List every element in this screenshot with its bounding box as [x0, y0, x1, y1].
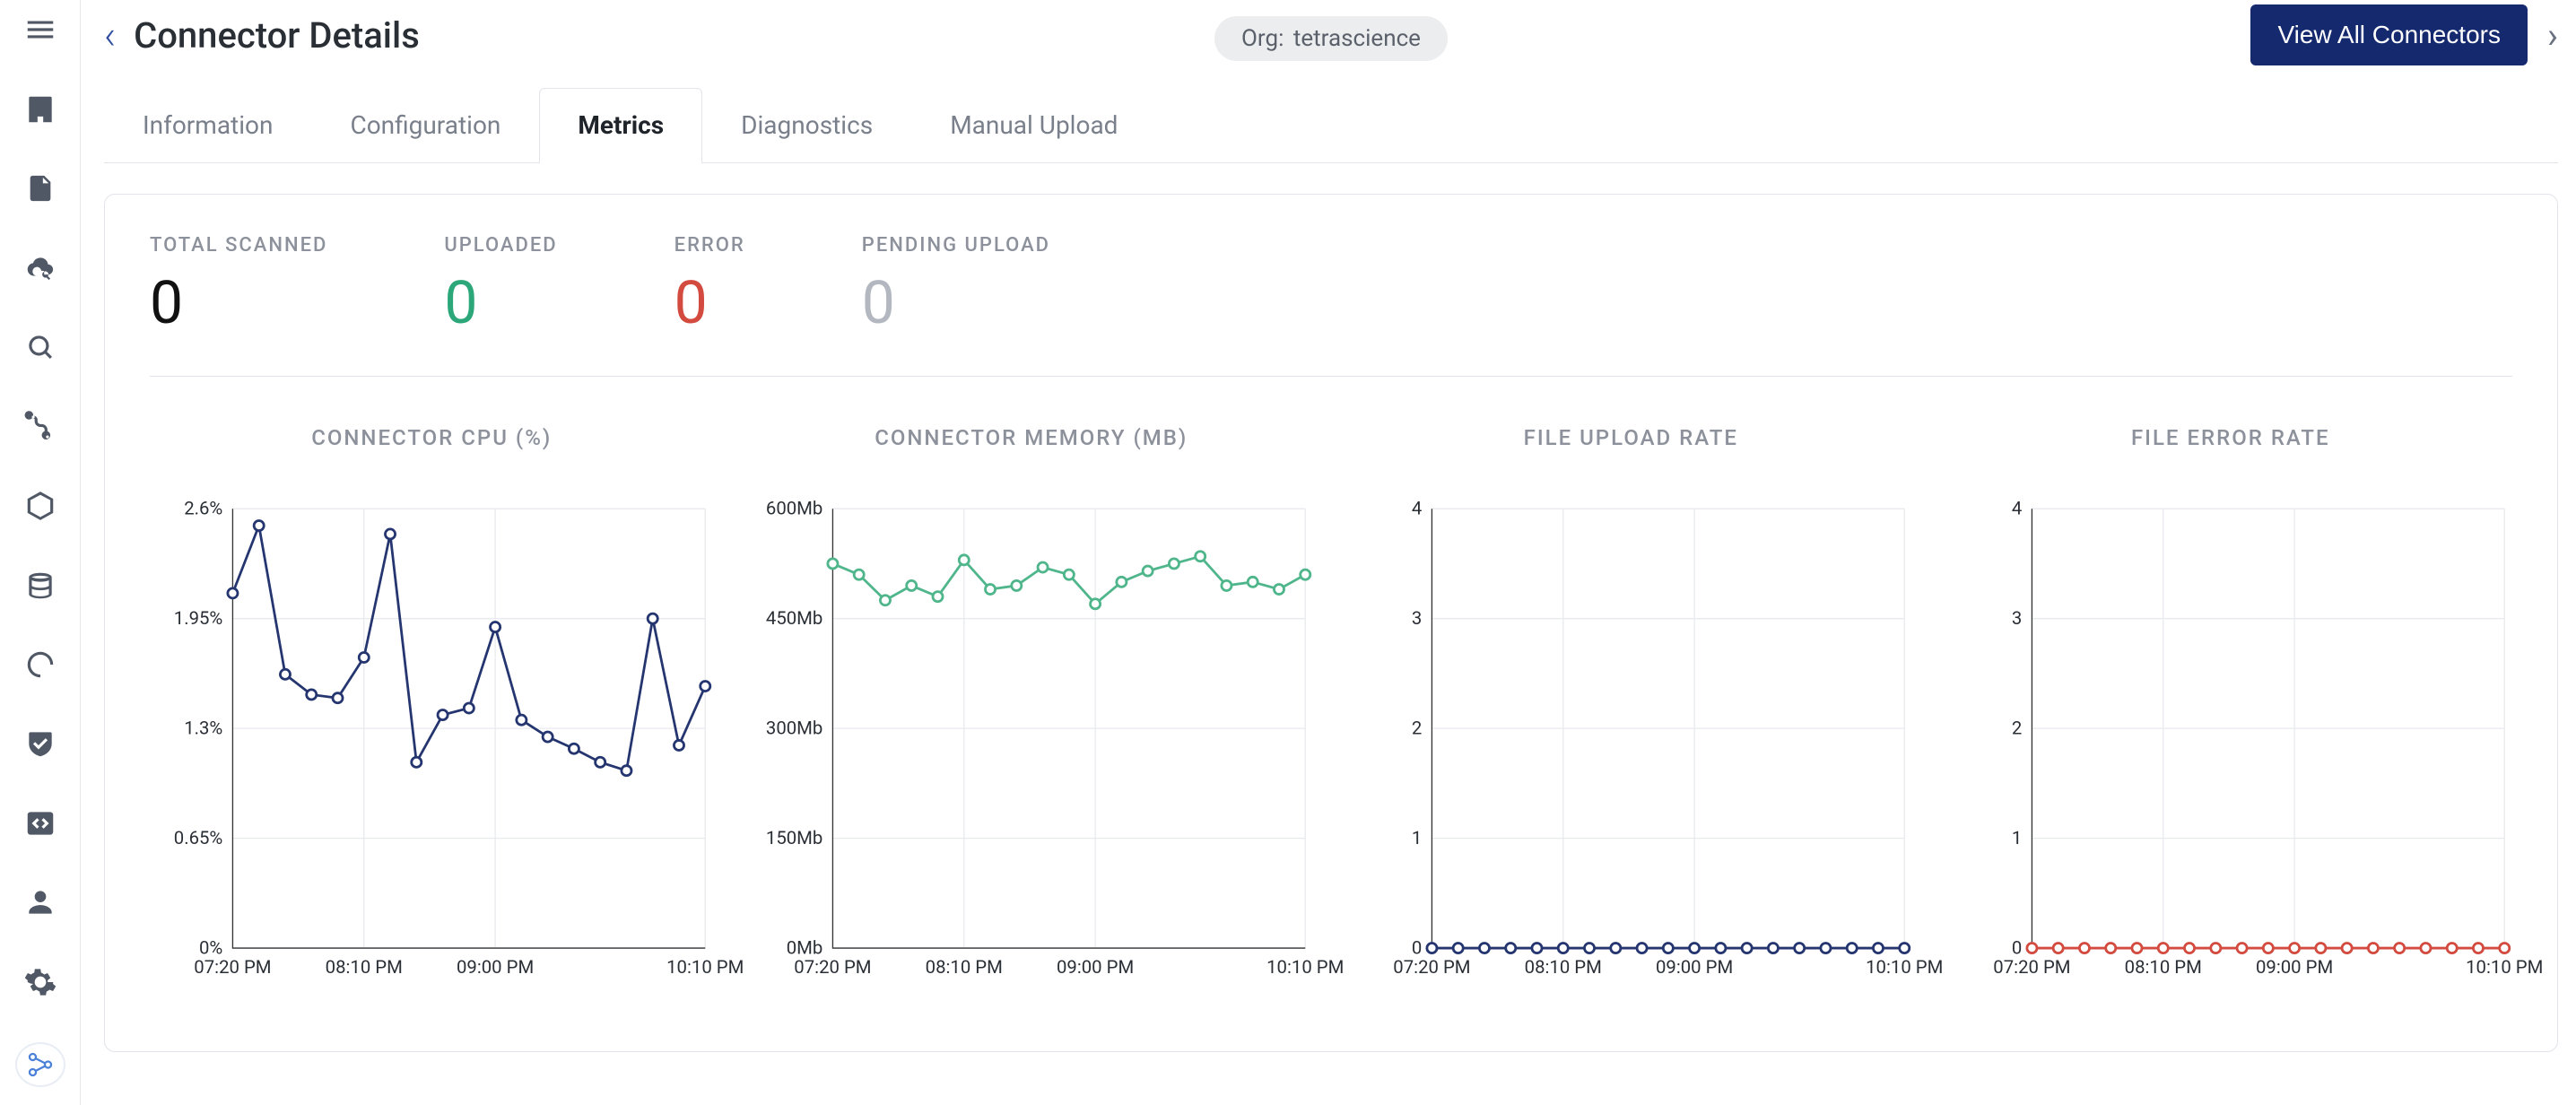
kpi-pending-upload: PENDING UPLOAD 0: [862, 234, 1050, 338]
svg-text:1: 1: [1412, 827, 1422, 848]
org-pill[interactable]: Org: tetrascience: [1214, 16, 1448, 61]
svg-text:07:20 PM: 07:20 PM: [1993, 956, 2070, 978]
topbar: ‹ Connector Details Org: tetrascience Vi…: [104, 4, 2558, 66]
svg-text:10:10 PM: 10:10 PM: [666, 956, 744, 978]
kpi-label: PENDING UPLOAD: [862, 234, 1050, 257]
kpi-label: TOTAL SCANNED: [150, 234, 327, 257]
kpi-value: 0: [862, 269, 1050, 338]
svg-text:3: 3: [2011, 607, 2021, 629]
svg-text:07:20 PM: 07:20 PM: [194, 956, 271, 978]
svg-text:0.65%: 0.65%: [174, 827, 223, 848]
svg-text:2: 2: [2011, 718, 2021, 739]
user-icon[interactable]: [19, 883, 62, 921]
svg-text:150Mb: 150Mb: [765, 827, 822, 848]
chart-0: CONNECTOR CPU (%)0%0.65%1.3%1.95%2.6%07:…: [150, 425, 714, 1001]
svg-text:2: 2: [1412, 718, 1422, 739]
charts-grid: CONNECTOR CPU (%)0%0.65%1.3%1.95%2.6%07:…: [150, 425, 2512, 1001]
chart-2: FILE UPLOAD RATE0123407:20 PM08:10 PM09:…: [1349, 425, 1913, 1001]
magnify-icon[interactable]: [19, 328, 62, 366]
svg-text:1.3%: 1.3%: [184, 718, 222, 739]
kpi-uploaded: UPLOADED 0: [444, 234, 557, 338]
cloud-search-icon[interactable]: [19, 248, 62, 286]
connector-graph-icon[interactable]: [15, 1042, 65, 1087]
chart-title: CONNECTOR MEMORY (MB): [750, 425, 1314, 450]
svg-text:10:10 PM: 10:10 PM: [1866, 956, 1943, 978]
org-prefix: Org:: [1241, 25, 1284, 52]
kpi-value: 0: [674, 269, 745, 338]
forward-chevron-icon[interactable]: ›: [2547, 14, 2558, 57]
cube-icon[interactable]: [19, 487, 62, 525]
view-all-connectors-button[interactable]: View All Connectors: [2250, 4, 2528, 65]
main-panel: ‹ Connector Details Org: tetrascience Vi…: [81, 0, 2576, 1105]
svg-text:08:10 PM: 08:10 PM: [326, 956, 403, 978]
tab-diagnostics[interactable]: Diagnostics: [702, 88, 911, 163]
svg-text:450Mb: 450Mb: [765, 607, 822, 629]
chart-3: FILE ERROR RATE0123407:20 PM08:10 PM09:0…: [1949, 425, 2513, 1001]
back-chevron-icon[interactable]: ‹: [104, 12, 119, 58]
svg-text:07:20 PM: 07:20 PM: [794, 956, 871, 978]
chart-title: CONNECTOR CPU (%): [150, 425, 714, 450]
svg-text:300Mb: 300Mb: [765, 718, 822, 739]
building-icon[interactable]: [19, 90, 62, 127]
kpi-value: 0: [444, 269, 557, 338]
tab-information[interactable]: Information: [104, 88, 311, 163]
svg-text:07:20 PM: 07:20 PM: [1393, 956, 1470, 978]
tabs: InformationConfigurationMetricsDiagnosti…: [104, 88, 2558, 163]
svg-text:4: 4: [2011, 498, 2021, 519]
kpi-row: TOTAL SCANNED 0UPLOADED 0ERROR 0PENDING …: [150, 234, 2512, 377]
kpi-error: ERROR 0: [674, 234, 745, 338]
search-file-icon[interactable]: [19, 170, 62, 207]
tab-configuration[interactable]: Configuration: [311, 88, 539, 163]
svg-text:08:10 PM: 08:10 PM: [1525, 956, 1602, 978]
gear-icon[interactable]: [19, 963, 62, 1001]
svg-text:4: 4: [1412, 498, 1422, 519]
svg-text:2.6%: 2.6%: [184, 498, 222, 519]
svg-text:09:00 PM: 09:00 PM: [1056, 956, 1133, 978]
svg-text:09:00 PM: 09:00 PM: [457, 956, 534, 978]
code-icon[interactable]: [19, 805, 62, 842]
svg-text:1.95%: 1.95%: [174, 607, 223, 629]
flow-icon[interactable]: [19, 407, 62, 445]
kpi-total-scanned: TOTAL SCANNED 0: [150, 234, 327, 338]
svg-text:10:10 PM: 10:10 PM: [1266, 956, 1344, 978]
svg-text:08:10 PM: 08:10 PM: [2124, 956, 2201, 978]
page-title: Connector Details: [134, 14, 420, 57]
svg-text:10:10 PM: 10:10 PM: [2466, 956, 2543, 978]
chart-title: FILE UPLOAD RATE: [1349, 425, 1913, 450]
database-icon[interactable]: [19, 566, 62, 604]
kpi-value: 0: [150, 269, 327, 338]
svg-text:600Mb: 600Mb: [765, 498, 822, 519]
shield-check-icon[interactable]: [19, 725, 62, 762]
sidebar: [0, 0, 81, 1105]
svg-text:08:10 PM: 08:10 PM: [925, 956, 1002, 978]
chart-title: FILE ERROR RATE: [1949, 425, 2513, 450]
svg-text:09:00 PM: 09:00 PM: [1656, 956, 1733, 978]
svg-text:3: 3: [1412, 607, 1422, 629]
progress-icon[interactable]: [19, 646, 62, 683]
menu-icon[interactable]: [19, 11, 62, 48]
org-name: tetrascience: [1293, 25, 1421, 52]
svg-text:09:00 PM: 09:00 PM: [2255, 956, 2332, 978]
svg-text:1: 1: [2011, 827, 2021, 848]
metrics-card: TOTAL SCANNED 0UPLOADED 0ERROR 0PENDING …: [104, 194, 2558, 1052]
kpi-label: ERROR: [674, 234, 745, 257]
tab-metrics[interactable]: Metrics: [539, 88, 702, 163]
tab-manual-upload[interactable]: Manual Upload: [911, 88, 1156, 163]
chart-1: CONNECTOR MEMORY (MB)0Mb150Mb300Mb450Mb6…: [750, 425, 1314, 1001]
kpi-label: UPLOADED: [444, 234, 557, 257]
